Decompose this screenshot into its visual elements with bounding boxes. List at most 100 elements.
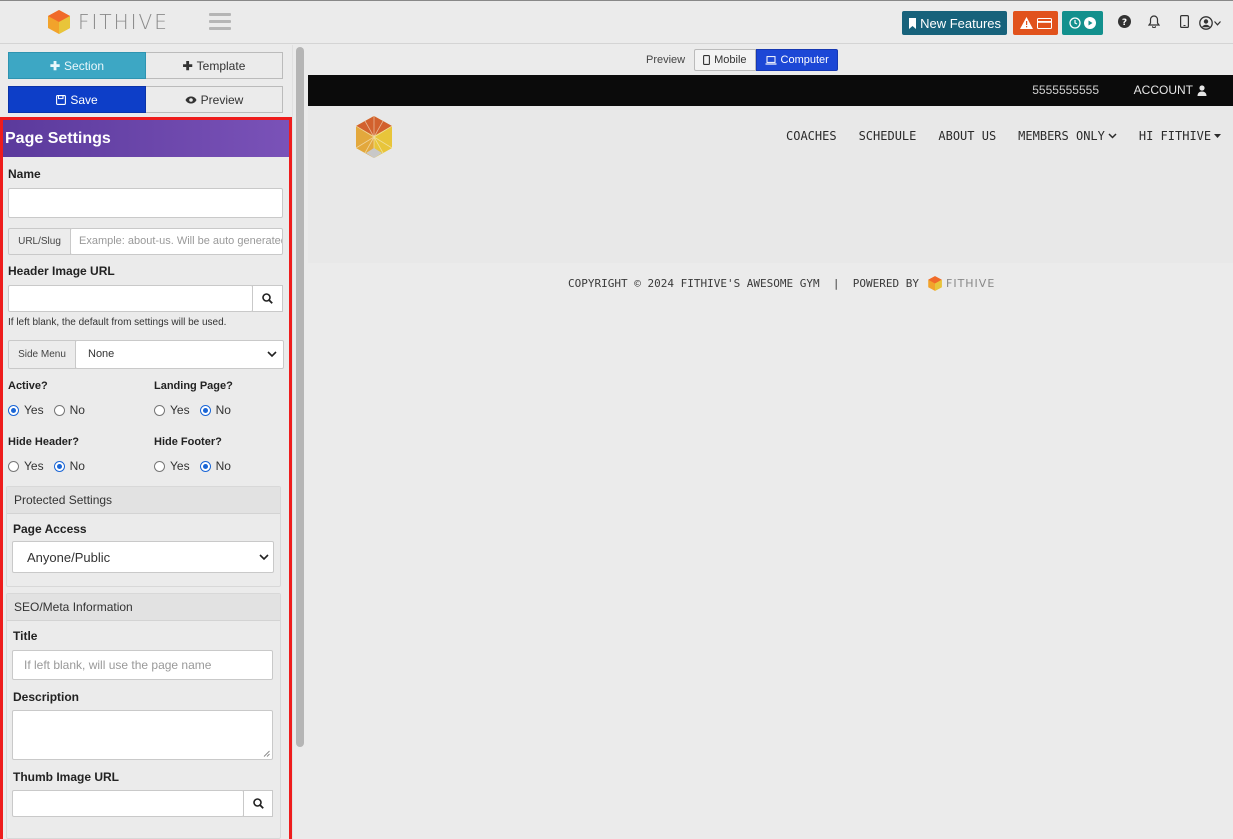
active-radio-group: Yes No [8, 403, 85, 417]
site-account-link[interactable]: ACCOUNT [1134, 83, 1207, 97]
thumb-image-label: Thumb Image URL [13, 770, 120, 784]
thumb-image-input[interactable] [12, 790, 244, 817]
svg-text:?: ? [1121, 18, 1126, 28]
page-settings-panel: Page Settings Name URL/Slug Example: abo… [0, 117, 292, 839]
protected-settings-heading: Protected Settings [7, 487, 280, 514]
site-topbar: 5555555555 ACCOUNT [308, 75, 1233, 106]
side-menu-select[interactable]: None [75, 340, 284, 369]
preview-button[interactable]: Preview [146, 86, 283, 113]
app-logo-text: FITHIVE [78, 10, 169, 34]
site-account-label: ACCOUNT [1133, 83, 1193, 97]
landing-no-radio[interactable] [199, 404, 211, 416]
seo-title-placeholder: If left blank, will use the page name [24, 658, 212, 672]
slug-placeholder: Example: about-us. Will be auto generate… [79, 235, 283, 247]
hide-footer-yes-radio[interactable] [154, 460, 165, 472]
name-input[interactable] [8, 188, 283, 218]
hide-header-yes-label: Yes [24, 459, 44, 473]
credit-card-icon [1036, 17, 1052, 29]
save-button[interactable]: Save [8, 86, 146, 113]
site-logo-icon[interactable] [352, 114, 396, 162]
landing-yes-radio[interactable] [154, 404, 165, 416]
mobile-device-icon[interactable] [1169, 15, 1199, 31]
site-navbar: COACHES SCHEDULE ABOUT US MEMBERS ONLY H… [308, 106, 1233, 263]
header-image-input[interactable] [8, 285, 253, 312]
new-features-button[interactable]: New Features [902, 11, 1007, 35]
help-icon[interactable]: ? [1109, 15, 1139, 31]
user-icon [1197, 84, 1207, 96]
hide-footer-no-label: No [215, 459, 231, 473]
sidebar-scrollbar-thumb[interactable] [296, 47, 304, 747]
app-topbar: FITHIVE New Features ? [0, 0, 1233, 44]
nav-coaches[interactable]: COACHES [786, 129, 837, 143]
user-account-icon[interactable] [1199, 16, 1225, 30]
search-icon [252, 798, 264, 809]
mobile-icon [703, 55, 711, 65]
nav-schedule[interactable]: SCHEDULE [859, 129, 917, 143]
preview-mode-label: Preview [646, 54, 686, 66]
add-buttons-row: ✚ Section ✚ Template [8, 52, 283, 79]
page-access-value: Anyone/Public [27, 550, 111, 565]
hide-footer-label: Hide Footer? [154, 436, 222, 448]
seo-title-input[interactable]: If left blank, will use the page name [12, 650, 273, 680]
add-section-button[interactable]: ✚ Section [8, 52, 146, 79]
plus-icon: ✚ [49, 58, 61, 73]
bookmark-icon [909, 17, 917, 29]
mobile-preview-label: Mobile [714, 54, 747, 66]
save-floppy-icon [56, 94, 67, 105]
hide-header-no-radio[interactable] [53, 460, 65, 472]
clock-icon [1069, 17, 1081, 29]
site-phone[interactable]: 5555555555 [1032, 83, 1099, 97]
new-features-label: New Features [920, 15, 1001, 31]
header-image-search-button[interactable] [252, 285, 283, 312]
thumb-image-search-button[interactable] [243, 790, 273, 817]
search-icon [262, 293, 273, 304]
protected-settings-card: Protected Settings Page Access Anyone/Pu… [6, 486, 281, 587]
active-yes-label: Yes [24, 403, 44, 417]
footer-copyright: COPYRIGHT © 2024 FITHIVE'S AWESOME GYM |… [568, 277, 919, 290]
hide-footer-radio-group: Yes No [154, 459, 231, 473]
page-settings-title: Page Settings [3, 120, 289, 157]
add-section-label: Section [64, 58, 105, 73]
nav-about-us[interactable]: ABOUT US [938, 129, 996, 143]
add-template-button[interactable]: ✚ Template [146, 52, 283, 79]
laptop-icon [765, 55, 777, 65]
caret-down-icon [1214, 134, 1222, 138]
save-preview-row: Save Preview [8, 86, 283, 113]
preview-toolbar: Preview Mobile Computer [646, 49, 838, 71]
landing-page-label: Landing Page? [154, 380, 233, 392]
billing-alert-button[interactable] [1013, 11, 1058, 35]
chevron-down-icon [1108, 133, 1117, 139]
app-logo[interactable]: FITHIVE [46, 9, 169, 35]
chevron-down-icon [267, 351, 277, 358]
active-no-label: No [69, 403, 85, 417]
computer-preview-button[interactable]: Computer [755, 49, 838, 71]
fithive-logo-icon [928, 276, 942, 291]
notifications-bell-icon[interactable] [1139, 15, 1169, 31]
device-toggle: Mobile Computer [694, 49, 838, 71]
active-yes-radio[interactable] [8, 404, 19, 416]
footer-fithive-logo[interactable]: FITHIVE [927, 275, 995, 292]
play-circle-icon [1084, 17, 1096, 29]
nav-user-menu-label: HI FITHIVE [1138, 129, 1212, 143]
preview-label: Preview [200, 92, 244, 107]
site-footer: COPYRIGHT © 2024 FITHIVE'S AWESOME GYM |… [568, 275, 995, 292]
slug-input[interactable]: Example: about-us. Will be auto generate… [70, 228, 283, 255]
hide-header-radio-group: Yes No [8, 459, 85, 473]
seo-description-textarea[interactable] [12, 710, 273, 760]
fithive-logo-icon [48, 10, 70, 34]
hide-header-yes-radio[interactable] [8, 460, 19, 472]
hide-footer-no-radio[interactable] [199, 460, 211, 472]
footer-logo-text: FITHIVE [946, 277, 996, 290]
sidebar-scrollbar[interactable] [292, 45, 306, 839]
name-label: Name [8, 167, 41, 181]
mobile-preview-button[interactable]: Mobile [694, 49, 756, 71]
time-clock-button[interactable] [1062, 11, 1103, 35]
header-image-label: Header Image URL [8, 264, 115, 278]
active-no-radio[interactable] [53, 404, 65, 416]
nav-members-only[interactable]: MEMBERS ONLY [1018, 129, 1117, 143]
menu-toggle-icon[interactable] [209, 13, 231, 34]
nav-user-menu[interactable]: HI FITHIVE [1138, 129, 1222, 143]
page-access-select[interactable]: Anyone/Public [12, 541, 274, 573]
landing-radio-group: Yes No [154, 403, 231, 417]
nav-members-only-label: MEMBERS ONLY [1018, 129, 1105, 143]
